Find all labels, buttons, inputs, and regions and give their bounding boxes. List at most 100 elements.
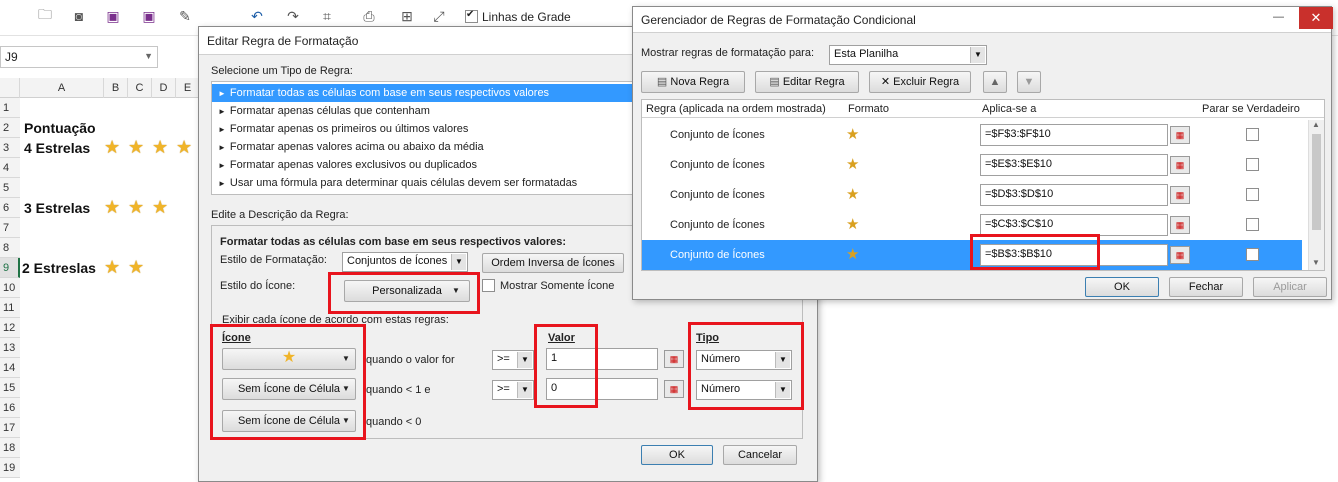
rule-row[interactable]: Conjunto de Ícones ★ =$D$3:$D$10 ▦ (642, 180, 1302, 210)
scroll-down-icon[interactable]: ▼ (1312, 258, 1320, 267)
row-header[interactable]: 16 (0, 398, 20, 418)
rule-type-item[interactable]: ► Formatar todas as células com base em s… (212, 84, 632, 102)
rule-row[interactable]: Conjunto de Ícones ★ =$E$3:$E$10 ▦ (642, 150, 1302, 180)
rule-type-item[interactable]: ► Usar uma fórmula para determinar quais … (212, 174, 632, 192)
column-header[interactable]: A (20, 78, 104, 98)
applies-to-input[interactable]: =$E$3:$E$10 (980, 154, 1168, 176)
manager-apply-button[interactable]: Aplicar (1253, 277, 1327, 297)
manager-close-button[interactable]: Fechar (1169, 277, 1243, 297)
show-icon-only-checkbox[interactable] (482, 279, 495, 292)
stop-if-true-checkbox[interactable] (1246, 218, 1259, 231)
move-up-icon[interactable]: ▲ (983, 71, 1007, 93)
row-header[interactable]: 5 (0, 178, 20, 198)
rule-type-label: Usar uma fórmula para determinar quais c… (229, 177, 578, 189)
edit-rule-button[interactable]: ▤ Editar Regra (755, 71, 859, 93)
row-header[interactable]: 19 (0, 458, 20, 478)
range-picker-icon[interactable]: ▦ (1170, 216, 1190, 234)
format-style-select[interactable]: Conjuntos de Ícones ▼ (342, 252, 468, 272)
minimize-icon[interactable]: — (1273, 11, 1284, 23)
new-rule-button[interactable]: ▤ Nova Regra (641, 71, 745, 93)
highlight-box (970, 234, 1100, 270)
rule-row[interactable]: Conjunto de Ícones ★ =$F$3:$F$10 ▦ (642, 120, 1302, 150)
row-header[interactable]: 2 (0, 118, 20, 138)
row-header[interactable]: 4 (0, 158, 20, 178)
redo-icon[interactable]: ↷ (284, 7, 302, 25)
rule-type-item[interactable]: ► Formatar apenas valores exclusivos ou d… (212, 156, 632, 174)
star-icon: ★ (846, 246, 860, 263)
fullscreen-icon[interactable]: ⤢ (430, 7, 448, 25)
save-icon[interactable]: ▣ (104, 7, 122, 25)
rule-name: Conjunto de Ícones (670, 219, 765, 231)
range-picker-icon[interactable]: ▦ (1170, 126, 1190, 144)
range-picker-icon[interactable]: ▦ (1170, 156, 1190, 174)
rule-type-item[interactable]: ► Formatar apenas valores acima ou abaixo… (212, 138, 632, 156)
row-header[interactable]: 12 (0, 318, 20, 338)
undo-icon[interactable]: ↶ (248, 7, 266, 25)
format-painter-icon[interactable]: ⌗ (318, 7, 336, 25)
spell-icon[interactable]: ✎ (176, 7, 194, 25)
stop-if-true-checkbox[interactable] (1246, 128, 1259, 141)
ok-button[interactable]: OK (641, 445, 713, 465)
range-picker-icon[interactable]: ▦ (664, 380, 684, 398)
save-as-icon[interactable]: ▣ (140, 7, 158, 25)
applies-to-input[interactable]: =$F$3:$F$10 (980, 124, 1168, 146)
cell-4-estrelas[interactable]: 4 Estrelas (24, 140, 90, 156)
stop-if-true-checkbox[interactable] (1246, 158, 1259, 171)
applies-to-input[interactable]: =$C$3:$C$10 (980, 214, 1168, 236)
manager-ok-button[interactable]: OK (1085, 277, 1159, 297)
column-header[interactable]: E (176, 78, 200, 98)
rule-type-item[interactable]: ► Formatar apenas os primeiros ou últimos… (212, 120, 632, 138)
range-picker-icon[interactable]: ▦ (1170, 246, 1190, 264)
row-header[interactable]: 6 (0, 198, 20, 218)
row-header[interactable]: 14 (0, 358, 20, 378)
row-header[interactable]: 8 (0, 238, 20, 258)
operator-select-1[interactable]: >= ▼ (492, 350, 534, 370)
scrollbar[interactable]: ▲ ▼ (1308, 120, 1324, 270)
print-preview-icon[interactable]: ⎙ (360, 7, 378, 25)
rule-type-label: Formatar apenas células que contenham (229, 105, 430, 117)
column-header[interactable]: D (152, 78, 176, 98)
delete-rule-label: Excluir Regra (893, 76, 960, 88)
stop-if-true-checkbox[interactable] (1246, 188, 1259, 201)
row-header[interactable]: 1 (0, 98, 20, 118)
move-down-icon[interactable]: ▼ (1017, 71, 1041, 93)
column-header[interactable]: C (128, 78, 152, 98)
show-rules-select[interactable]: Esta Planilha ▼ (829, 45, 987, 65)
row-header[interactable]: 10 (0, 278, 20, 298)
row-header[interactable]: 13 (0, 338, 20, 358)
row-header[interactable]: 9 (0, 258, 20, 278)
reverse-icon-order-button[interactable]: Ordem Inversa de Ícones (482, 253, 624, 273)
rule-type-item[interactable]: ► Formatar apenas células que contenham (212, 102, 632, 120)
folder-icon[interactable]: 🗀 (36, 6, 54, 25)
row-header[interactable]: 11 (0, 298, 20, 318)
applies-to-input[interactable]: =$D$3:$D$10 (980, 184, 1168, 206)
scroll-up-icon[interactable]: ▲ (1312, 120, 1320, 129)
row-header[interactable]: 15 (0, 378, 20, 398)
range-picker-icon[interactable]: ▦ (1170, 186, 1190, 204)
row-header[interactable]: 17 (0, 418, 20, 438)
select-all-corner[interactable] (0, 78, 20, 98)
zoom-icon[interactable]: ⊞ (398, 7, 416, 25)
name-box[interactable]: J9 ▼ (0, 46, 158, 68)
new-rule-icon: ▤ (656, 76, 671, 88)
operator-select-2[interactable]: >= ▼ (492, 380, 534, 400)
camera-icon[interactable]: ◙ (70, 7, 88, 25)
row-header[interactable]: 3 (0, 138, 20, 158)
range-picker-icon[interactable]: ▦ (664, 350, 684, 368)
column-header[interactable]: B (104, 78, 128, 98)
stop-if-true-checkbox[interactable] (1246, 248, 1259, 261)
cell-pontuacao[interactable]: Pontuação (24, 120, 96, 136)
cancel-button[interactable]: Cancelar (723, 445, 797, 465)
manager-dialog-title: Gerenciador de Regras de Formatação Cond… (633, 7, 1331, 33)
gridlines-label: Linhas de Grade (482, 10, 571, 24)
cell-2-estrelas[interactable]: 2 Estreslas (22, 260, 96, 276)
cell-3-estrelas[interactable]: 3 Estrelas (24, 200, 90, 216)
row-header[interactable]: 7 (0, 218, 20, 238)
rule-type-label: Formatar apenas os primeiros ou últimos … (229, 123, 469, 135)
close-icon[interactable]: ✕ (1299, 7, 1333, 29)
new-rule-label: Nova Regra (670, 76, 730, 88)
operator-value-1: >= (497, 353, 510, 365)
row-header[interactable]: 18 (0, 438, 20, 458)
delete-rule-button[interactable]: ✕ Excluir Regra (869, 71, 971, 93)
scroll-thumb[interactable] (1312, 134, 1321, 230)
